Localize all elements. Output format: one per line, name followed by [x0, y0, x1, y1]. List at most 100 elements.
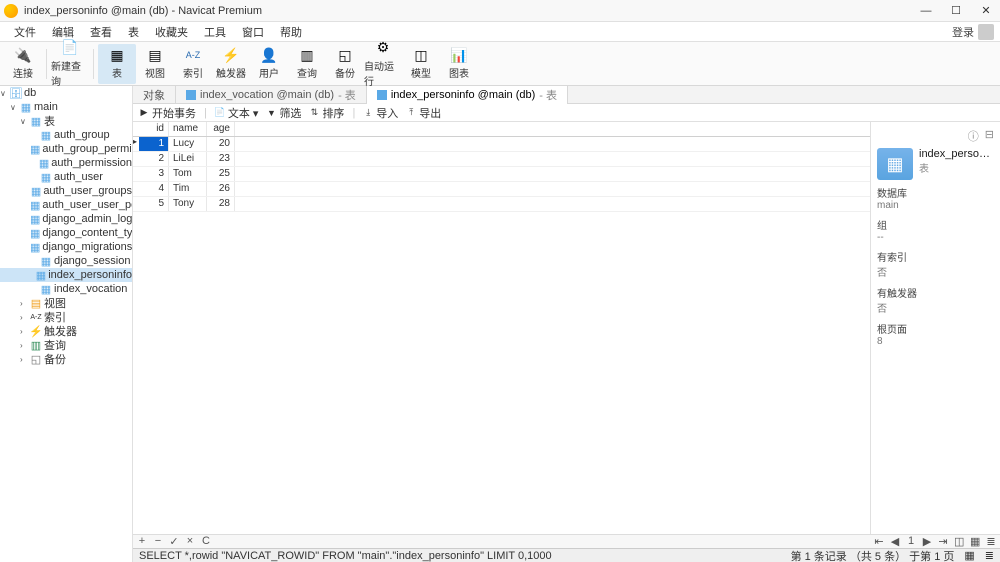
tree-node-查询[interactable]: ›▥查询 [0, 338, 132, 352]
tree-node-icon: ▦ [31, 185, 41, 198]
info-icon[interactable]: ⓘ [968, 128, 979, 144]
cell-name[interactable]: LiLei [169, 152, 207, 166]
tree-node-触发器[interactable]: ›⚡触发器 [0, 324, 132, 338]
menu-item-2[interactable]: 查看 [82, 24, 120, 40]
object-tree[interactable]: ∨🗄db∨▦main∨▦表▦auth_group▦auth_group_perm… [0, 86, 133, 562]
record-nav-toolbar: +−✓ × C ⇤ ◀ 1 ▶ ⇥ ◫ ▦ ≣ [133, 534, 1000, 548]
sub-icon: ⇅ [309, 108, 319, 118]
tree-node-auth_group_permissi[interactable]: ▦auth_group_permissi [0, 142, 132, 156]
record-nav-button-1[interactable]: ◀ [890, 535, 900, 548]
cell-age[interactable]: 23 [207, 152, 235, 166]
cell-id[interactable]: 3 [139, 167, 169, 181]
cell-name[interactable]: Lucy [169, 137, 207, 151]
toolbar-button-新建查询[interactable]: 📄新建查询 [51, 44, 89, 84]
toolbar-button-表[interactable]: ▦表 [98, 44, 136, 84]
menu-item-4[interactable]: 收藏夹 [147, 24, 196, 40]
toolbar-button-视图[interactable]: ▤视图 [136, 44, 174, 84]
cell-id[interactable]: 1 [139, 137, 169, 151]
tree-node-index_vocation[interactable]: ▦index_vocation [0, 282, 132, 296]
tab-2[interactable]: index_personinfo @main (db)- 表 [367, 86, 568, 104]
sub-button-导入[interactable]: ⤓导入 [363, 105, 398, 121]
minimize-button[interactable]: — [920, 5, 932, 17]
toolbar-button-备份[interactable]: ◱备份 [326, 44, 364, 84]
toolbar-button-索引[interactable]: A-Z索引 [174, 44, 212, 84]
sub-button-筛选[interactable]: ▼筛选 [266, 105, 301, 121]
tree-node-index_personinfo[interactable]: ▦index_personinfo [0, 268, 132, 282]
menu-item-1[interactable]: 编辑 [44, 24, 82, 40]
cell-name[interactable]: Tony [169, 197, 207, 211]
toolbar-button-自动运行[interactable]: ⚙自动运行 [364, 44, 402, 84]
tab-1[interactable]: index_vocation @main (db)- 表 [176, 86, 367, 104]
table-row[interactable]: 3Tom25 [133, 167, 870, 182]
record-nav-button-2[interactable]: 1 [906, 535, 916, 548]
tree-node-django_admin_log[interactable]: ▦django_admin_log [0, 212, 132, 226]
record-nav-button-3[interactable]: ▶ [922, 535, 932, 548]
column-header-id[interactable]: id [139, 122, 169, 136]
record-edit-button-1[interactable]: − [153, 535, 163, 548]
tree-node-索引[interactable]: ›A-Z索引 [0, 310, 132, 324]
tree-node-auth_permission[interactable]: ▦auth_permission [0, 156, 132, 170]
cell-age[interactable]: 20 [207, 137, 235, 151]
record-edit-button-4[interactable]: C [201, 535, 211, 548]
tree-node-django_migrations[interactable]: ▦django_migrations [0, 240, 132, 254]
cell-id[interactable]: 2 [139, 152, 169, 166]
sub-button-排序[interactable]: ⇅排序 [309, 105, 344, 121]
info-key: 数据库 [877, 185, 994, 200]
tree-node-db[interactable]: ∨🗄db [0, 86, 132, 100]
toolbar-button-模型[interactable]: ◫模型 [402, 44, 440, 84]
cell-age[interactable]: 26 [207, 182, 235, 196]
tree-node-备份[interactable]: ›◱备份 [0, 352, 132, 366]
sub-button-文本 ▾[interactable]: 📄文本 ▾ [215, 105, 259, 121]
tree-node-main[interactable]: ∨▦main [0, 100, 132, 114]
tree-node-auth_group[interactable]: ▦auth_group [0, 128, 132, 142]
tree-node-auth_user_user_perm[interactable]: ▦auth_user_user_perm [0, 198, 132, 212]
record-nav-button-6[interactable]: ▦ [970, 535, 980, 548]
data-grid[interactable]: idnameage ▸1Lucy202LiLei233Tom254Tim265T… [133, 122, 870, 534]
record-nav-button-4[interactable]: ⇥ [938, 535, 948, 548]
toolbar-button-用户[interactable]: 👤用户 [250, 44, 288, 84]
record-nav-button-7[interactable]: ≣ [986, 535, 996, 548]
cell-name[interactable]: Tom [169, 167, 207, 181]
tree-node-django_content_type[interactable]: ▦django_content_type [0, 226, 132, 240]
menu-item-7[interactable]: 帮助 [272, 24, 310, 40]
record-nav-button-0[interactable]: ⇤ [874, 535, 884, 548]
sub-button-开始事务[interactable]: ▶开始事务 [139, 105, 196, 121]
toolbar-button-查询[interactable]: ▥查询 [288, 44, 326, 84]
sub-button-导出[interactable]: ⤒导出 [406, 105, 441, 121]
cell-name[interactable]: Tim [169, 182, 207, 196]
tree-node-auth_user[interactable]: ▦auth_user [0, 170, 132, 184]
menu-item-6[interactable]: 窗口 [234, 24, 272, 40]
toolbar-button-图表[interactable]: 📊图表 [440, 44, 478, 84]
cell-id[interactable]: 4 [139, 182, 169, 196]
column-header-name[interactable]: name [169, 122, 207, 136]
list-icon[interactable]: ⊟ [985, 128, 994, 144]
status-grid-icon[interactable]: ▦ [964, 549, 974, 562]
menu-item-0[interactable]: 文件 [6, 24, 44, 40]
tree-node-django_session[interactable]: ▦django_session [0, 254, 132, 268]
tree-node-表[interactable]: ∨▦表 [0, 114, 132, 128]
record-edit-button-0[interactable]: + [137, 535, 147, 548]
toolbar-label: 索引 [183, 65, 203, 80]
record-edit-button-3[interactable]: × [185, 535, 195, 548]
toolbar-button-触发器[interactable]: ⚡触发器 [212, 44, 250, 84]
table-row[interactable]: 4Tim26 [133, 182, 870, 197]
cell-age[interactable]: 25 [207, 167, 235, 181]
menu-item-5[interactable]: 工具 [196, 24, 234, 40]
record-nav-button-5[interactable]: ◫ [954, 535, 964, 548]
cell-age[interactable]: 28 [207, 197, 235, 211]
tree-node-视图[interactable]: ›▤视图 [0, 296, 132, 310]
table-row[interactable]: 2LiLei23 [133, 152, 870, 167]
toolbar-button-连接[interactable]: 🔌连接 [4, 44, 42, 84]
menu-item-3[interactable]: 表 [120, 24, 147, 40]
login-area[interactable]: 登录 [952, 24, 994, 40]
table-row[interactable]: 5Tony28 [133, 197, 870, 212]
record-edit-button-2[interactable]: ✓ [169, 535, 179, 548]
close-button[interactable]: ✕ [980, 5, 992, 17]
tab-0[interactable]: 对象 [133, 86, 176, 104]
tree-node-auth_user_groups[interactable]: ▦auth_user_groups [0, 184, 132, 198]
column-header-age[interactable]: age [207, 122, 235, 136]
cell-id[interactable]: 5 [139, 197, 169, 211]
table-row[interactable]: ▸1Lucy20 [133, 137, 870, 152]
status-list-icon[interactable]: ≣ [985, 549, 994, 562]
maximize-button[interactable]: ☐ [950, 5, 962, 17]
